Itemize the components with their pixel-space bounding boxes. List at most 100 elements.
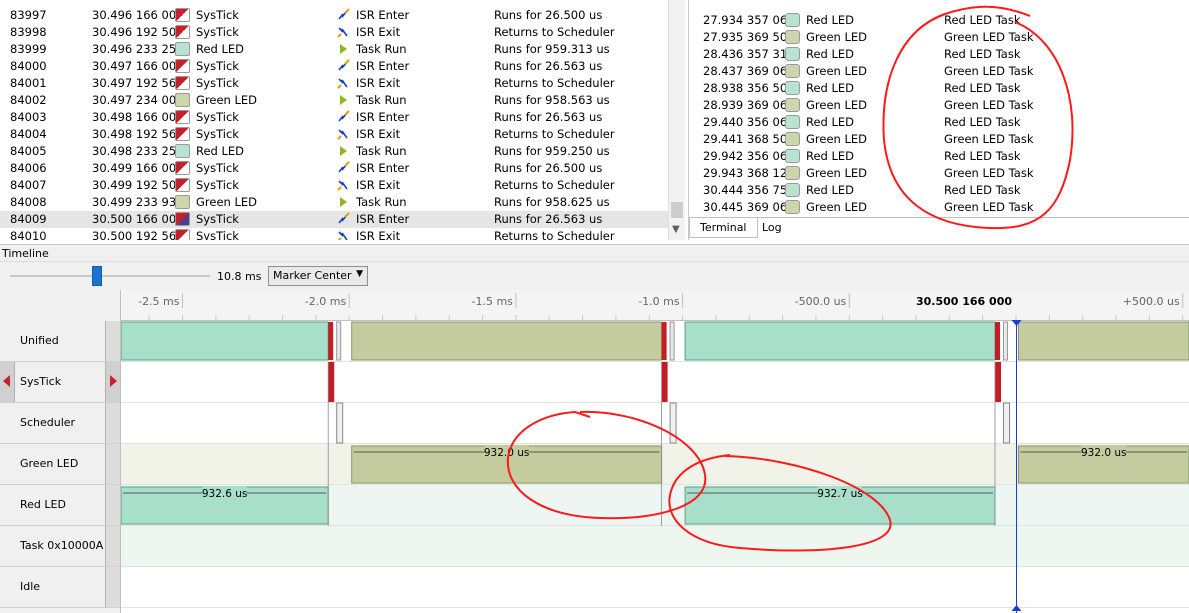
- terminal-time: 27.935 369 500: [703, 30, 795, 44]
- context-color-icon: [785, 166, 800, 180]
- event-detail: Runs for 26.500 us: [494, 8, 603, 22]
- context-color-icon: [785, 149, 800, 163]
- event-time: 30.498 192 563: [92, 127, 184, 141]
- terminal-context: Green LED: [806, 64, 868, 78]
- track-handle[interactable]: [105, 567, 120, 607]
- event-row[interactable]: 84008 30.499 233 938 Green LED Task Run Runs…: [0, 194, 668, 211]
- event-row[interactable]: 84000 30.497 166 000 SysTick ISR Enter Runs …: [0, 58, 668, 75]
- terminal-row: 27.934 357 063 Red LED Red LED Task: [689, 12, 1189, 29]
- track-label-idle[interactable]: Idle: [0, 567, 120, 608]
- event-list[interactable]: 83997 30.496 166 000 SysTick ISR Enter Runs …: [0, 0, 685, 240]
- track-label-text: Idle: [20, 580, 41, 593]
- event-number: 84002: [10, 93, 47, 107]
- event-row[interactable]: 84006 30.499 166 000 SysTick ISR Enter Runs …: [0, 160, 668, 177]
- event-type: ISR Exit: [356, 178, 401, 192]
- context-color-icon: [175, 178, 190, 192]
- unified-isr-mark: [661, 322, 667, 360]
- timeline-view: Unified SysTick Scheduler Green LED Red LED T…: [0, 290, 1189, 613]
- context-color-icon: [785, 81, 800, 95]
- event-context: SysTick: [196, 212, 239, 226]
- event-type: ISR Exit: [356, 127, 401, 141]
- event-row[interactable]: 84007 30.499 192 500 SysTick ISR Exit Return…: [0, 177, 668, 194]
- duration-label: 932.7 us: [817, 488, 863, 500]
- context-color-icon: [785, 47, 800, 61]
- context-color-icon: [175, 161, 190, 175]
- track-label-task-0x10000a68[interactable]: Task 0x10000A68: [0, 526, 120, 567]
- event-row[interactable]: 83997 30.496 166 000 SysTick ISR Enter Runs …: [0, 7, 668, 24]
- track-label-text: Unified: [20, 334, 59, 347]
- context-color-icon: [785, 98, 800, 112]
- track-label-green-led[interactable]: Green LED: [0, 444, 120, 485]
- context-color-icon: [175, 8, 190, 22]
- event-row[interactable]: 84010 30.500 192 563 SysTick ISR Exit Return…: [0, 228, 668, 240]
- timeline-canvas[interactable]: -5.0 ms-4.5 ms-4.0 ms-3.5 ms-3.0 ms-2.5 …: [121, 290, 1189, 613]
- tab-log[interactable]: Log: [752, 218, 792, 238]
- terminal-context: Red LED: [806, 115, 855, 129]
- terminal-context: Green LED: [806, 166, 868, 180]
- next-event-button[interactable]: [105, 362, 120, 402]
- terminal-context: Red LED: [806, 47, 855, 61]
- scheduler-mark: [1002, 402, 1010, 444]
- track-handle[interactable]: [105, 321, 120, 361]
- event-context: Red LED: [196, 42, 245, 56]
- event-row[interactable]: 84001 30.497 192 563 SysTick ISR Exit Return…: [0, 75, 668, 92]
- track-handle[interactable]: [105, 444, 120, 484]
- event-time: 30.499 192 500: [92, 178, 184, 192]
- timeline-title-bar: Timeline: [0, 244, 1189, 262]
- green-led-unified-segment: [1017, 321, 1189, 361]
- event-time: 30.496 192 500: [92, 25, 184, 39]
- scrollbar-thumb[interactable]: [671, 202, 683, 218]
- event-number: 84000: [10, 59, 47, 73]
- terminal-time: 29.441 368 500: [703, 132, 795, 146]
- scroll-down-icon[interactable]: ▼: [672, 224, 680, 235]
- event-context: SysTick: [196, 110, 239, 124]
- event-number: 83998: [10, 25, 47, 39]
- event-number: 84007: [10, 178, 47, 192]
- event-row[interactable]: 84002 30.497 234 000 Green LED Task Run Runs…: [0, 92, 668, 109]
- event-time: 30.496 166 000: [92, 8, 184, 22]
- systick-isr-mark: [994, 362, 1001, 402]
- event-time: 30.498 166 000: [92, 110, 184, 124]
- event-row[interactable]: 84005 30.498 233 250 Red LED Task Run Runs f…: [0, 143, 668, 160]
- scheduler-mark: [669, 402, 677, 444]
- context-color-icon: [785, 183, 800, 197]
- track-label-scheduler[interactable]: Scheduler: [0, 403, 120, 444]
- event-row[interactable]: 84004 30.498 192 563 SysTick ISR Exit Return…: [0, 126, 668, 143]
- event-list-scrollbar[interactable]: ▼: [668, 0, 685, 240]
- event-number: 84008: [10, 195, 47, 209]
- event-row[interactable]: 84009 30.500 166 000 SysTick ISR Enter Runs …: [0, 211, 668, 228]
- context-color-icon: [175, 59, 190, 73]
- zoom-slider-track[interactable]: [10, 275, 210, 277]
- timeline-plot[interactable]: -5.0 ms-4.5 ms-4.0 ms-3.5 ms-3.0 ms-2.5 …: [121, 290, 1189, 613]
- track-label-red-led[interactable]: Red LED: [0, 485, 120, 526]
- terminal-row: 29.440 356 063 Red LED Red LED Task: [689, 114, 1189, 131]
- duration-label: 932.6 us: [202, 488, 248, 500]
- event-type: Task Run: [356, 42, 407, 56]
- isr-enter-icon: [336, 8, 352, 22]
- marker-mode-select[interactable]: Marker Center ▼: [268, 266, 368, 286]
- zoom-slider-thumb[interactable]: [92, 266, 102, 286]
- track-handle[interactable]: [105, 526, 120, 566]
- event-type: Task Run: [356, 144, 407, 158]
- event-context: SysTick: [196, 8, 239, 22]
- event-detail: Returns to Scheduler: [494, 76, 615, 90]
- context-color-icon: [175, 127, 190, 141]
- track-label-unified[interactable]: Unified: [0, 321, 120, 362]
- terminal-context: Green LED: [806, 132, 868, 146]
- track-handle[interactable]: [105, 485, 120, 525]
- event-time: 30.500 192 563: [92, 229, 184, 240]
- track-handle[interactable]: [105, 403, 120, 443]
- event-row[interactable]: 83999 30.496 233 250 Red LED Task Run Runs f…: [0, 41, 668, 58]
- context-color-icon: [175, 212, 190, 226]
- tab-terminal[interactable]: Terminal: [689, 218, 758, 238]
- event-type: ISR Exit: [356, 229, 401, 240]
- event-type: ISR Exit: [356, 25, 401, 39]
- terminal-row: 28.436 357 313 Red LED Red LED Task: [689, 46, 1189, 63]
- track-label-systick[interactable]: SysTick: [0, 362, 120, 403]
- event-row[interactable]: 84003 30.498 166 000 SysTick ISR Enter Runs …: [0, 109, 668, 126]
- event-number: 84004: [10, 127, 47, 141]
- prev-event-button[interactable]: [0, 362, 15, 402]
- lane-background: [121, 362, 1189, 403]
- arrow-left-icon: [3, 375, 10, 387]
- event-row[interactable]: 83998 30.496 192 500 SysTick ISR Exit Return…: [0, 24, 668, 41]
